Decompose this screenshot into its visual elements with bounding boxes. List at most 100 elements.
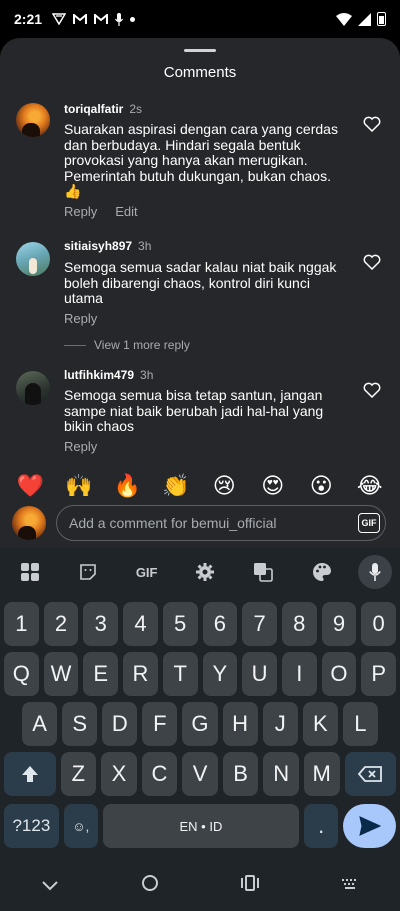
key-c[interactable]: C (141, 752, 178, 796)
heart-icon[interactable] (363, 382, 381, 398)
key-u[interactable]: U (242, 652, 277, 696)
backspace-icon (358, 766, 383, 782)
comment-time: 2s (129, 102, 143, 116)
key-q[interactable]: Q (4, 652, 39, 696)
key-3[interactable]: 3 (83, 602, 119, 646)
key-e[interactable]: E (83, 652, 119, 696)
key-4[interactable]: 4 (123, 602, 158, 646)
heart-icon[interactable] (363, 116, 381, 132)
translate-icon[interactable] (241, 554, 285, 590)
wifi-icon (336, 12, 352, 26)
emoji-key[interactable]: ☺, (63, 804, 98, 848)
key-j[interactable]: J (262, 702, 298, 746)
key-t[interactable]: T (162, 652, 198, 696)
palette-icon[interactable] (300, 554, 344, 590)
comment-time: 3h (138, 239, 152, 253)
period-key[interactable]: . (304, 804, 339, 848)
key-8[interactable]: 8 (281, 602, 317, 646)
avatar[interactable] (16, 242, 50, 276)
mic-icon[interactable] (357, 555, 392, 589)
key-r[interactable]: R (123, 652, 158, 696)
emoji-cry[interactable]: 😢 (207, 473, 241, 499)
comment-username[interactable]: toriqalfatir (64, 102, 123, 116)
comment-input[interactable] (56, 505, 386, 541)
keyboard-toolbar: GIF (0, 548, 400, 596)
gmail-icon (73, 13, 88, 24)
key-m[interactable]: M (303, 752, 340, 796)
home-circle-icon[interactable] (130, 874, 170, 897)
key-i[interactable]: I (281, 652, 317, 696)
drag-handle[interactable] (184, 49, 216, 52)
avatar[interactable] (16, 103, 50, 137)
avatar (12, 506, 46, 540)
key-g[interactable]: G (182, 702, 218, 746)
key-9[interactable]: 9 (321, 602, 357, 646)
emoji-laugh[interactable]: 😂 (353, 473, 387, 499)
mic-icon (115, 12, 124, 26)
gmail-icon (94, 13, 109, 24)
key-b[interactable]: B (222, 752, 259, 796)
key-l[interactable]: L (342, 702, 378, 746)
key-k[interactable]: K (302, 702, 338, 746)
emoji-surprised[interactable]: 😮 (304, 473, 338, 499)
key-6[interactable]: 6 (202, 602, 238, 646)
apps-icon[interactable] (8, 554, 52, 590)
letter-row-2: A S D F G H J K L (0, 702, 400, 746)
gif-button[interactable]: GIF (358, 513, 380, 533)
key-y[interactable]: Y (202, 652, 238, 696)
letter-row-3: Z X C V B N M (0, 752, 400, 796)
key-7[interactable]: 7 (242, 602, 277, 646)
edit-button[interactable]: Edit (115, 204, 137, 219)
sticker-icon[interactable] (66, 554, 110, 590)
key-1[interactable]: 1 (4, 602, 39, 646)
comment-text: Semoga semua bisa tetap santun, jangan s… (64, 387, 324, 434)
view-more-label[interactable]: View 1 more reply (94, 338, 190, 352)
key-0[interactable]: 0 (361, 602, 397, 646)
key-s[interactable]: S (62, 702, 98, 746)
comment-time: 3h (140, 368, 154, 382)
send-key[interactable] (343, 804, 396, 848)
key-v[interactable]: V (182, 752, 218, 796)
key-o[interactable]: O (321, 652, 357, 696)
space-key[interactable]: EN • ID (102, 804, 300, 848)
status-bar: 2:21 (0, 0, 400, 38)
recents-icon[interactable] (230, 874, 270, 896)
key-f[interactable]: F (142, 702, 178, 746)
key-a[interactable]: A (22, 702, 58, 746)
key-h[interactable]: H (222, 702, 258, 746)
send-icon (358, 816, 381, 836)
key-x[interactable]: X (101, 752, 137, 796)
key-2[interactable]: 2 (43, 602, 79, 646)
key-n[interactable]: N (263, 752, 299, 796)
symbols-key[interactable]: ?123 (4, 804, 59, 848)
reply-button[interactable]: Reply (64, 439, 97, 454)
keyboard-switch-icon[interactable] (330, 875, 370, 896)
view-more-replies[interactable]: View 1 more reply (64, 338, 190, 352)
key-d[interactable]: D (102, 702, 138, 746)
backspace-key[interactable] (344, 752, 397, 796)
number-row: 1 2 3 4 5 6 7 8 9 0 (0, 602, 400, 646)
key-5[interactable]: 5 (162, 602, 198, 646)
key-w[interactable]: W (43, 652, 79, 696)
reply-button[interactable]: Reply (64, 311, 97, 326)
settings-icon[interactable] (183, 554, 227, 590)
letter-row-1: Q W E R T Y U I O P (0, 652, 400, 696)
emoji-fire[interactable]: 🔥 (110, 473, 144, 499)
gif-icon[interactable]: GIF (125, 554, 169, 590)
avatar[interactable] (16, 371, 50, 405)
emoji-heart-eyes[interactable]: 😍 (256, 473, 290, 499)
comment-text: Semoga semua sadar kalau niat baik nggak… (64, 259, 337, 306)
reply-button[interactable]: Reply (64, 204, 97, 219)
signal-icon (358, 12, 371, 26)
vpn-icon (52, 13, 67, 25)
emoji-heart[interactable]: ❤️ (13, 473, 47, 499)
key-z[interactable]: Z (60, 752, 97, 796)
comment-username[interactable]: sitiaisyh897 (64, 239, 132, 253)
emoji-clap[interactable]: 👏 (159, 473, 193, 499)
shift-key[interactable] (4, 752, 56, 796)
back-chevron-icon[interactable] (30, 875, 70, 896)
key-p[interactable]: P (361, 652, 397, 696)
comment-username[interactable]: lutfihkim479 (64, 368, 134, 382)
emoji-raised-hands[interactable]: 🙌 (62, 473, 96, 499)
heart-icon[interactable] (363, 254, 381, 270)
